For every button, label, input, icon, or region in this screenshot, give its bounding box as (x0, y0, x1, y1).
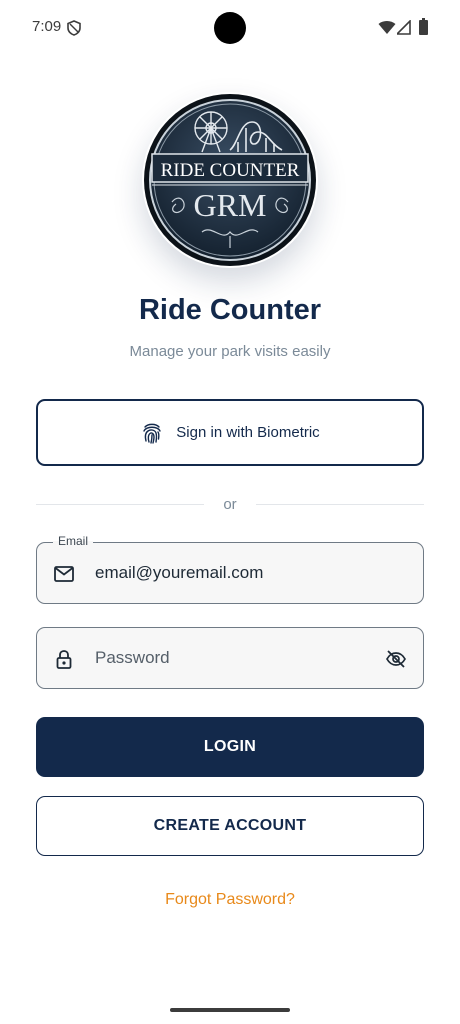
lock-icon (56, 650, 72, 669)
app-logo: RIDE COUNTER GRM (142, 92, 318, 268)
camera-cutout (214, 12, 246, 44)
biometric-signin-label: Sign in with Biometric (176, 424, 320, 441)
cellular-signal-icon (397, 20, 411, 35)
home-indicator[interactable] (170, 1008, 290, 1012)
login-button[interactable]: LOGIN (36, 717, 424, 777)
logo-line1: RIDE COUNTER (161, 160, 300, 181)
app-title: Ride Counter (138, 294, 322, 326)
create-account-button[interactable]: CREATE ACCOUNT (36, 796, 424, 856)
login-button-label: LOGIN (203, 738, 257, 755)
biometric-signin-button[interactable]: Sign in with Biometric (36, 399, 424, 466)
status-time: 7:09 (32, 18, 62, 35)
battery-icon (419, 18, 428, 35)
fingerprint-icon (143, 423, 161, 444)
visibility-off-icon[interactable] (385, 648, 407, 670)
email-label: Email (53, 534, 94, 548)
logo-line2: GRM (194, 187, 267, 223)
password-input-placeholder[interactable]: Password (95, 648, 170, 668)
app-subtitle: Manage your park visits easily (129, 343, 331, 360)
mail-icon (54, 566, 74, 582)
forgot-password-link[interactable]: Forgot Password? (0, 891, 460, 909)
wifi-icon (378, 21, 396, 34)
email-input-value[interactable]: email@youremail.com (95, 563, 263, 583)
password-field[interactable]: Password (36, 627, 424, 689)
or-divider: or (36, 496, 424, 514)
divider-line-right (256, 504, 424, 505)
create-account-label: CREATE ACCOUNT (153, 817, 307, 834)
email-field[interactable]: Email email@youremail.com (36, 534, 424, 604)
status-bar: 7:09 (0, 0, 460, 56)
shield-icon (67, 20, 81, 36)
